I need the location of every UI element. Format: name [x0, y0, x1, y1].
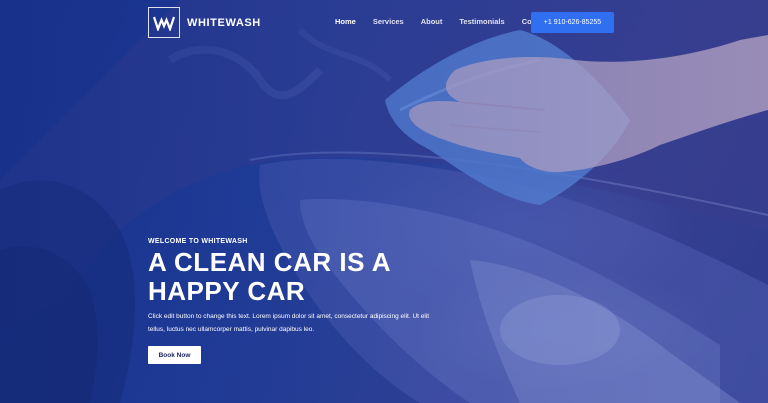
- hero-color-overlay: [0, 0, 768, 403]
- book-now-button[interactable]: Book Now: [148, 346, 201, 364]
- hero-headline-line-1: A CLEAN CAR IS A: [148, 247, 391, 277]
- hero-headline-line-2: HAPPY CAR: [148, 276, 306, 306]
- phone-button[interactable]: +1 910-626-85255: [531, 12, 614, 33]
- nav-item-home[interactable]: Home: [335, 17, 356, 26]
- nav-item-testimonials[interactable]: Testimonials: [459, 17, 504, 26]
- hero-description-line-2: tellus, luctus nec ullamcorper mattis, p…: [148, 326, 315, 333]
- logo-w-icon: [148, 7, 180, 38]
- nav-item-about[interactable]: About: [421, 17, 443, 26]
- brand-logo[interactable]: WHITEWASH: [148, 7, 261, 38]
- hero-description: Click edit button to change this text. L…: [148, 310, 448, 336]
- hero-eyebrow: WELCOME TO WHITEWASH: [148, 238, 248, 245]
- hero-description-line-1: Click edit button to change this text. L…: [148, 313, 430, 320]
- hero-headline: A CLEAN CAR IS A HAPPY CAR: [148, 248, 468, 306]
- nav-item-services[interactable]: Services: [373, 17, 404, 26]
- hero-section: WHITEWASH Home Services About Testimonia…: [0, 0, 768, 403]
- brand-name: WHITEWASH: [187, 16, 261, 29]
